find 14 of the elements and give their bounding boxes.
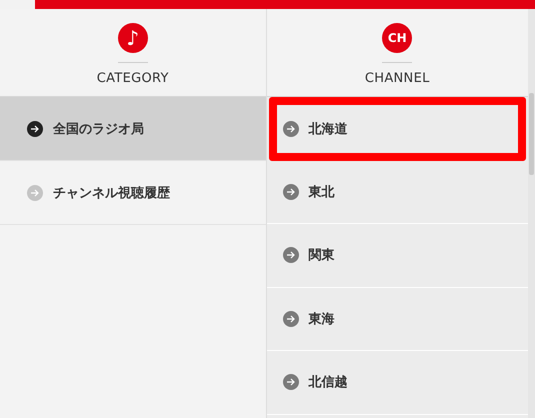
category-item[interactable]: 全国のラジオ局: [0, 97, 266, 161]
channel-label: 北海道: [308, 120, 348, 138]
channel-item[interactable]: 北海道: [268, 97, 526, 160]
channel-label: 北信越: [308, 374, 348, 392]
music-note-icon: ♪: [118, 23, 148, 53]
channel-label: 東海: [308, 310, 334, 328]
category-label: 全国のラジオ局: [53, 120, 144, 138]
channel-label: 関東: [308, 247, 334, 264]
channel-label: 東北: [308, 184, 334, 201]
channel-icon: CH: [382, 23, 412, 53]
column-heading: CATEGORY: [96, 71, 169, 86]
category-label: チャンネル視聴履歴: [53, 184, 170, 202]
scrollbar-thumb[interactable]: [529, 93, 534, 175]
column-heading: CHANNEL: [364, 71, 430, 86]
